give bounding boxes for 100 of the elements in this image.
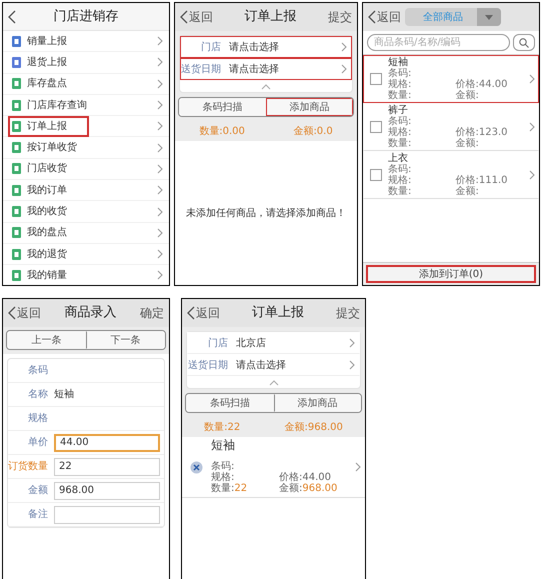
back-icon xyxy=(8,306,16,320)
action-button[interactable]: 提交 xyxy=(328,8,352,26)
input-field[interactable]: 968.00 xyxy=(54,482,160,500)
back-button[interactable]: 返回 xyxy=(187,304,220,322)
chevron-right-icon xyxy=(157,100,163,110)
checkbox[interactable] xyxy=(370,73,382,85)
amount-label: 金额: xyxy=(279,483,302,494)
menu-item[interactable]: 我的收货 xyxy=(8,201,89,222)
menu-item[interactable]: 门店收货 xyxy=(8,158,89,180)
pager-button[interactable]: 下一条 xyxy=(86,331,165,349)
screen-title: 门店进销存 xyxy=(54,8,118,26)
product-name: 裤子 xyxy=(388,105,409,116)
segment-button[interactable]: 条码扫描 xyxy=(179,98,266,116)
screen-title: 商品录入 xyxy=(64,304,116,322)
add-to-order-button[interactable]: 添加到订单(0) xyxy=(366,265,536,283)
select-field[interactable]: 门店 北京店 xyxy=(187,332,360,354)
collapse-icon[interactable] xyxy=(268,380,278,386)
input-field[interactable] xyxy=(54,506,160,524)
search-button[interactable] xyxy=(513,34,535,51)
search-field[interactable]: 商品条码/名称/编码 xyxy=(367,34,510,51)
amount-label: 金额: xyxy=(456,138,480,149)
field-value: 北京店 xyxy=(236,336,267,350)
checkbox[interactable] xyxy=(370,121,382,133)
menu-item[interactable]: 我的退货 xyxy=(8,244,89,265)
chevron-right-icon xyxy=(157,270,163,280)
chevron-right-icon xyxy=(341,64,347,74)
screen-title: 订单上报 xyxy=(244,8,296,26)
amount-total: 金额:0.0 xyxy=(293,124,333,138)
back-icon xyxy=(368,10,376,24)
price-text: 价格:111.0 xyxy=(456,175,508,186)
field-value: 请点击选择 xyxy=(229,62,280,76)
chevron-right-icon xyxy=(157,228,163,238)
menu-item[interactable]: 库存盘点 xyxy=(8,73,89,94)
action-button[interactable]: 确定 xyxy=(140,304,164,322)
action-button[interactable]: 提交 xyxy=(336,304,360,322)
segment-button[interactable]: 条码扫描 xyxy=(186,394,274,412)
barcode-label: 条码: xyxy=(388,116,412,127)
menu-item[interactable]: 订单上报 xyxy=(8,116,89,137)
quantity-label: 数量: xyxy=(211,483,234,494)
price-text: 价格:44.00 xyxy=(456,79,508,90)
quantity-value: 22 xyxy=(234,483,248,494)
chevron-right-icon xyxy=(157,185,163,196)
input-field[interactable]: 22 xyxy=(54,458,160,476)
collapse-icon[interactable] xyxy=(261,84,271,90)
back-icon xyxy=(8,10,16,24)
segment-button[interactable]: 添加商品 xyxy=(274,394,361,412)
empty-message: 未添加任何商品，请选择添加商品！ xyxy=(186,206,346,220)
chevron-right-icon xyxy=(157,142,163,153)
menu-item[interactable]: 我的盘点 xyxy=(8,222,89,244)
field-value: 短袖 xyxy=(54,388,74,402)
field-value: 请点击选择 xyxy=(236,358,287,372)
chevron-right-icon xyxy=(529,122,535,132)
menu-item[interactable]: 门店库存查询 xyxy=(8,94,109,116)
search-icon xyxy=(519,38,529,48)
quantity-label: 数量: xyxy=(388,138,412,149)
menu-item[interactable]: 按订单收货 xyxy=(8,137,99,158)
field-label: 单价 xyxy=(27,436,48,450)
select-field[interactable]: 门店 请点击选择 xyxy=(180,36,352,58)
field-label: 订货数量 xyxy=(8,460,48,474)
chevron-right-icon xyxy=(157,121,163,132)
field-label: 金额 xyxy=(27,484,48,498)
amount-label: 金额: xyxy=(456,90,480,101)
checkbox[interactable] xyxy=(370,169,382,181)
spec-label: 规格: xyxy=(388,175,412,186)
chevron-right-icon xyxy=(157,206,163,217)
back-button[interactable]: 返回 xyxy=(8,304,41,322)
chevron-right-icon xyxy=(157,164,163,174)
product-row[interactable]: 裤子 条码: 规格: 价格:123.0 数量: 金额: xyxy=(363,103,539,151)
quantity-total: 数量:22 xyxy=(204,420,240,434)
pager-button[interactable]: 上一条 xyxy=(7,331,86,349)
chevron-right-icon xyxy=(157,57,163,68)
quantity-label: 数量: xyxy=(388,186,412,197)
back-button[interactable]: 返回 xyxy=(368,8,401,26)
caret-icon xyxy=(485,14,493,20)
product-row[interactable]: 上衣 条码: 规格: 价格:111.0 数量: 金额: xyxy=(363,151,539,199)
price-text: 价格:123.0 xyxy=(456,127,508,138)
spec-label: 规格: xyxy=(388,127,412,138)
spec-label: 规格: xyxy=(388,79,412,90)
menu-item[interactable]: 我的销量 xyxy=(8,264,89,285)
field-label: 送货日期 xyxy=(188,358,228,372)
quantity-total: 数量:0.00 xyxy=(199,124,245,138)
menu-item[interactable]: 我的订单 xyxy=(8,180,89,201)
segment-button[interactable]: 添加商品 xyxy=(266,98,353,116)
screen-title: 订单上报 xyxy=(252,304,304,322)
chevron-right-icon xyxy=(157,249,163,260)
product-name: 上衣 xyxy=(388,153,409,164)
back-icon xyxy=(187,306,195,320)
menu-item[interactable]: 销量上报 xyxy=(8,30,89,52)
barcode-label: 条码: xyxy=(388,164,412,175)
input-field[interactable]: 44.00 xyxy=(54,434,160,452)
chevron-right-icon xyxy=(529,170,535,180)
amount-total: 金额:968.00 xyxy=(284,420,343,434)
back-button[interactable] xyxy=(8,10,16,24)
back-button[interactable]: 返回 xyxy=(180,8,213,26)
chevron-right-icon xyxy=(157,36,163,46)
product-name: 短袖 xyxy=(211,440,236,451)
back-icon xyxy=(180,10,188,24)
menu-item[interactable]: 退货上报 xyxy=(8,52,89,73)
delete-icon[interactable] xyxy=(190,460,203,474)
chevron-right-icon xyxy=(355,462,361,472)
